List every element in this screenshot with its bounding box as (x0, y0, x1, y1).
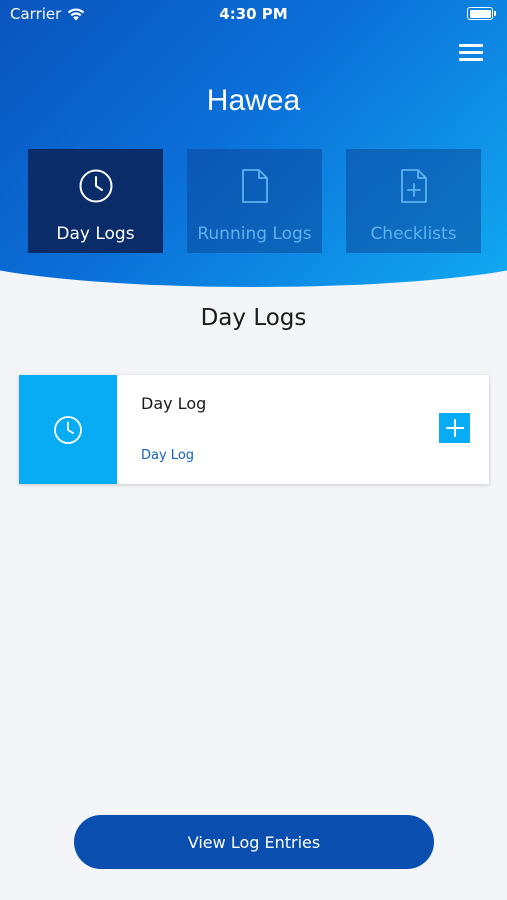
menu-button[interactable] (459, 42, 485, 62)
log-item-icon-box (19, 375, 117, 484)
hamburger-line (459, 51, 483, 54)
plus-icon (445, 419, 464, 437)
log-item-body: Day Log Day Log (117, 375, 489, 484)
app-title: Hawea (206, 84, 301, 117)
status-bar: Carrier 4:30 PM (0, 0, 507, 28)
tab-running-logs[interactable]: Running Logs (187, 149, 322, 253)
status-time: 4:30 PM (219, 5, 288, 23)
document-icon (240, 168, 270, 204)
screen: Carrier 4:30 PM Hawea Day Logs Running L… (0, 0, 507, 900)
clock-icon (78, 168, 114, 204)
hamburger-line (459, 58, 483, 61)
hamburger-menu-icon (459, 44, 483, 47)
tab-label: Running Logs (197, 224, 312, 244)
tab-label: Checklists (370, 224, 457, 244)
add-log-button[interactable] (439, 413, 470, 443)
clock-icon (54, 415, 82, 444)
log-item-card[interactable]: Day Log Day Log (19, 375, 489, 484)
view-log-entries-button[interactable]: View Log Entries (74, 815, 434, 869)
section-title: Day Logs (200, 305, 307, 331)
tab-checklists[interactable]: Checklists (346, 149, 481, 253)
log-item-subtitle[interactable]: Day Log (141, 448, 194, 463)
tab-label: Day Logs (56, 224, 135, 244)
tab-day-logs[interactable]: Day Logs (28, 149, 163, 253)
log-item-title: Day Log (141, 394, 207, 413)
tab-bar: Day Logs Running Logs Checklists (28, 149, 481, 253)
battery-icon (467, 7, 496, 20)
document-add-icon (399, 168, 429, 204)
